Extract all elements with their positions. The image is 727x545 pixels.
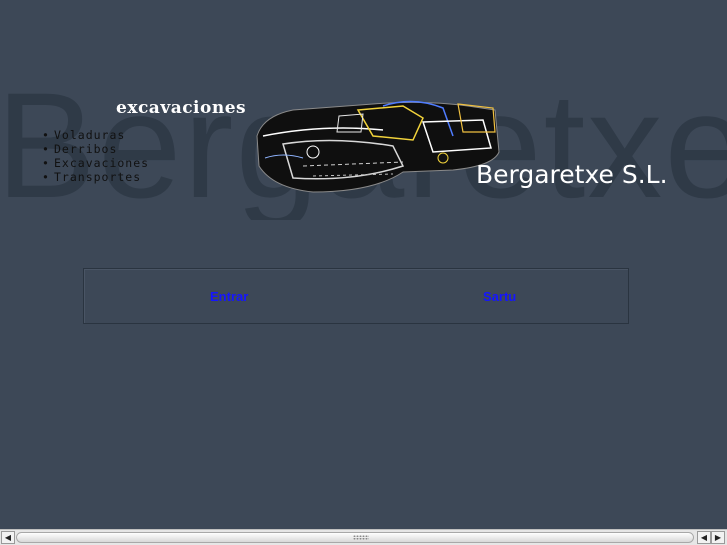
list-item: • Derribos — [42, 142, 149, 156]
list-item: • Voladuras — [42, 128, 149, 142]
sartu-link[interactable]: Sartu — [483, 289, 516, 304]
grip-icon — [353, 535, 369, 540]
excavator-image — [256, 100, 500, 193]
list-item: • Transportes — [42, 170, 149, 184]
entrar-link[interactable]: Entrar — [210, 289, 248, 304]
entry-links-box: Entrar Sartu — [83, 268, 629, 324]
service-label: Excavaciones — [54, 156, 150, 170]
scroll-left-button[interactable]: ◀ — [1, 531, 15, 544]
bullet-icon: • — [42, 142, 50, 156]
scroll-left-button-secondary[interactable]: ◀ — [697, 531, 711, 544]
scrollbar-thumb[interactable] — [16, 532, 694, 543]
company-name: Bergaretxe S.L. — [476, 160, 668, 189]
bullet-icon: • — [42, 170, 50, 184]
subtitle-excavaciones: excavaciones — [116, 98, 247, 118]
services-list: • Voladuras • Derribos • Excavaciones • Tran… — [42, 128, 149, 184]
bullet-icon: • — [42, 128, 50, 142]
service-label: Transportes — [54, 170, 142, 184]
page: Bergaretxe excavaciones •Voladuras •Derr… — [0, 0, 727, 545]
scroll-right-button[interactable]: ▶ — [711, 531, 725, 544]
list-item: • Excavaciones — [42, 156, 149, 170]
bullet-icon: • — [42, 156, 50, 170]
service-label: Voladuras — [54, 128, 126, 142]
horizontal-scrollbar[interactable]: ◀ ◀ ▶ — [0, 529, 727, 545]
service-label: Derribos — [54, 142, 118, 156]
